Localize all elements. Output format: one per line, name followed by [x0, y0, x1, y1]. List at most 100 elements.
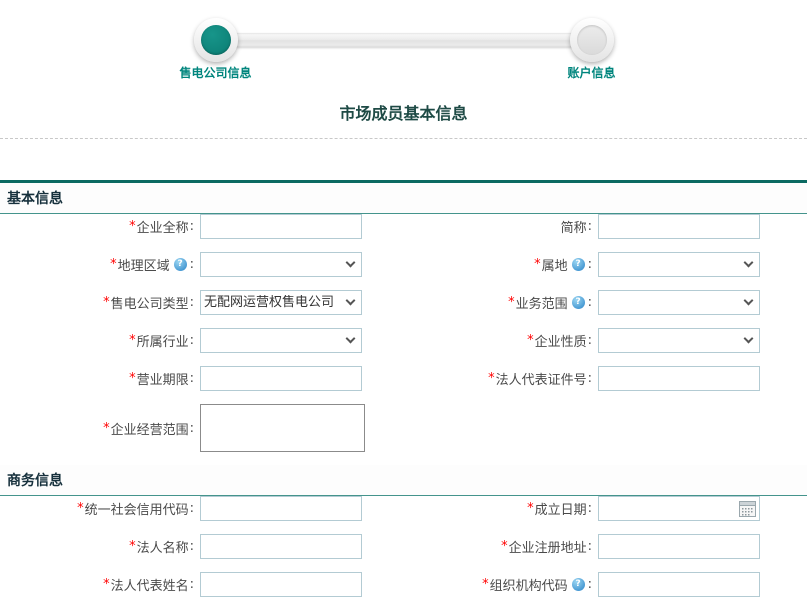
field-label-text: 地理区域: [118, 255, 170, 274]
field-label-text: 简称: [561, 217, 587, 236]
field-label: *地理区域?:: [0, 255, 200, 274]
field-label: *统一社会信用代码:: [0, 499, 200, 518]
text-input[interactable]: [200, 214, 362, 239]
required-asterisk: *: [77, 501, 84, 516]
progress-stepper: 售电公司信息 账户信息: [194, 9, 614, 79]
help-icon[interactable]: ?: [174, 258, 187, 271]
section-title: 商务信息: [0, 465, 807, 496]
field-cell: [200, 252, 400, 277]
label-colon: :: [588, 295, 592, 310]
field-label: *售电公司类型:: [0, 293, 200, 312]
help-icon[interactable]: ?: [572, 296, 585, 309]
required-asterisk: *: [527, 333, 534, 348]
select-input[interactable]: [598, 252, 760, 277]
field-label: *企业全称:: [0, 217, 200, 236]
textarea-input[interactable]: [200, 404, 365, 452]
required-asterisk: *: [534, 257, 541, 272]
date-input[interactable]: [598, 496, 760, 521]
step-circle-seller-info[interactable]: [194, 18, 238, 62]
form-row: *法人名称:*企业注册地址:: [0, 534, 807, 559]
label-colon: :: [190, 257, 194, 272]
form-row: *企业全称: 简称:: [0, 214, 807, 239]
form-row: *法人代表姓名:*组织机构代码?:: [0, 572, 807, 597]
label-colon: :: [190, 421, 194, 436]
label-colon: :: [588, 257, 592, 272]
calendar-icon[interactable]: [739, 500, 756, 517]
field-cell: [598, 290, 807, 315]
text-input[interactable]: [200, 366, 362, 391]
page-title: 市场成员基本信息: [0, 100, 807, 124]
field-cell: [598, 328, 807, 353]
required-asterisk: *: [482, 577, 489, 592]
required-asterisk: *: [508, 295, 515, 310]
select-input[interactable]: [598, 328, 760, 353]
select: [200, 328, 362, 353]
text-input[interactable]: [200, 572, 362, 597]
select: 无配网运营权售电公司: [200, 290, 362, 315]
form-row: *所属行业: *企业性质:: [0, 328, 807, 353]
label-colon: :: [190, 577, 194, 592]
text-input[interactable]: [598, 366, 760, 391]
select-input[interactable]: [598, 290, 760, 315]
field-label-text: 法人代表证件号: [496, 369, 587, 388]
help-icon[interactable]: ?: [572, 258, 585, 271]
field-cell: [598, 572, 807, 597]
select-input[interactable]: 无配网运营权售电公司: [200, 290, 362, 315]
field-label-text: 所属行业: [137, 331, 189, 350]
form-row: *统一社会信用代码:*成立日期:: [0, 496, 807, 521]
registration-page: 售电公司信息 账户信息 市场成员基本信息 基本信息*企业全称:简称:*地理区域?…: [0, 9, 807, 597]
required-asterisk: *: [103, 577, 110, 592]
select-input[interactable]: [200, 252, 362, 277]
field-cell: [598, 252, 807, 277]
field-label-text: 业务范围: [516, 293, 568, 312]
step-circle-account-info[interactable]: [570, 18, 614, 62]
field-label-text: 组织机构代码: [490, 575, 568, 594]
field-label: *营业期限:: [0, 369, 200, 388]
field-label-text: 企业注册地址: [509, 537, 587, 556]
section-title: 基本信息: [0, 183, 807, 214]
field-cell: [598, 496, 807, 521]
required-asterisk: *: [501, 539, 508, 554]
field-label: *企业性质:: [400, 331, 598, 350]
required-asterisk: *: [110, 257, 117, 272]
field-label-text: 企业性质: [535, 331, 587, 350]
required-asterisk: *: [129, 539, 136, 554]
step-circle-active-dot: [201, 25, 231, 55]
field-label: *企业经营范围:: [0, 419, 200, 438]
step-label-account-info: 账户信息: [567, 64, 615, 81]
label-colon: :: [190, 295, 194, 310]
field-label-text: 统一社会信用代码: [85, 499, 189, 518]
form-row: *企业经营范围:: [0, 404, 807, 452]
text-input[interactable]: [598, 572, 760, 597]
text-input[interactable]: [598, 214, 760, 239]
label-colon: :: [190, 501, 194, 516]
field-label: 简称:: [400, 217, 598, 236]
text-input[interactable]: [200, 534, 362, 559]
field-cell: [598, 534, 807, 559]
field-label: *业务范围?:: [400, 293, 598, 312]
form-row: *营业期限:*法人代表证件号:: [0, 366, 807, 391]
text-input[interactable]: [200, 496, 362, 521]
label-colon: :: [588, 219, 592, 234]
step-circle-inactive-dot: [577, 25, 607, 55]
step-label-seller-info: 售电公司信息: [179, 64, 251, 81]
select: [200, 252, 362, 277]
field-label: *属地?:: [400, 255, 598, 274]
select: [598, 328, 760, 353]
select: [598, 290, 760, 315]
field-label-text: 法人代表姓名: [111, 575, 189, 594]
field-cell: [200, 534, 400, 559]
select-input[interactable]: [200, 328, 362, 353]
required-asterisk: *: [129, 333, 136, 348]
text-input[interactable]: [598, 534, 760, 559]
field-cell: [200, 404, 400, 452]
label-colon: :: [190, 539, 194, 554]
field-label: *法人代表姓名:: [0, 575, 200, 594]
label-colon: :: [588, 539, 592, 554]
help-icon[interactable]: ?: [572, 578, 585, 591]
field-cell: [200, 496, 400, 521]
field-label: *所属行业:: [0, 331, 200, 350]
label-colon: :: [190, 219, 194, 234]
field-cell: [200, 214, 400, 239]
form-row: *地理区域?:*属地?:: [0, 252, 807, 277]
